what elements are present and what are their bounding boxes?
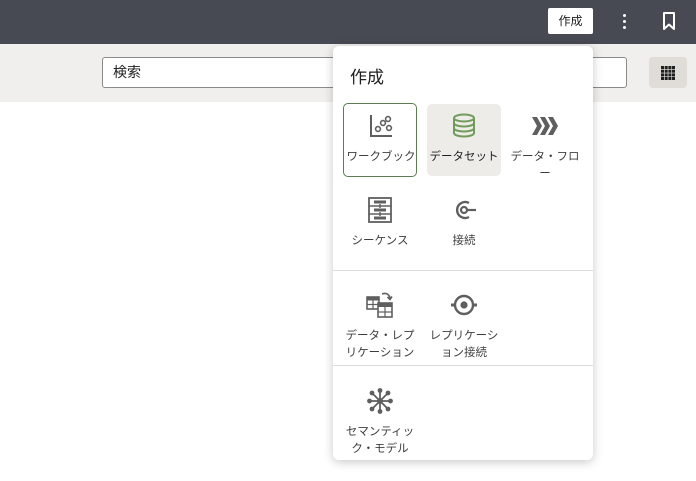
menu-item-label: データ・フロー xyxy=(510,149,580,180)
dataset-icon xyxy=(453,113,475,138)
connection-icon xyxy=(456,200,476,220)
menu-item-label: 接続 xyxy=(452,233,476,247)
menu-item-workbook[interactable]: ワークブック xyxy=(343,103,417,177)
menu-item-data-replication[interactable]: データ・レプリケーション xyxy=(343,283,417,359)
menu-item-sequence[interactable]: シーケンス xyxy=(343,188,417,260)
dataflow-icon xyxy=(532,117,558,135)
menu-item-semantic-model[interactable]: セマンティック・モデル xyxy=(343,379,417,455)
menu-item-dataflow[interactable]: データ・フロー xyxy=(508,104,582,180)
menu-item-label: データセット xyxy=(429,149,499,163)
kebab-icon[interactable] xyxy=(613,8,635,34)
data-replication-icon xyxy=(366,292,393,318)
menu-divider xyxy=(333,365,593,366)
menu-item-label: データ・レプリケーション xyxy=(345,328,415,359)
sequence-icon xyxy=(368,197,392,223)
bookmark-icon[interactable] xyxy=(658,10,680,32)
menu-item-label: セマンティック・モデル xyxy=(345,424,415,455)
menu-item-label: ワークブック xyxy=(346,149,416,163)
menu-item-connection[interactable]: 接続 xyxy=(427,188,501,260)
top-bar: 作成 xyxy=(0,0,696,44)
create-menu-popup: 作成 ワークブック データセット データ・フロー シーケンス 接続 データ・レプ… xyxy=(333,46,593,460)
menu-item-label: レプリケーション接続 xyxy=(429,328,499,359)
replication-connection-icon xyxy=(451,294,477,316)
menu-item-dataset[interactable]: データセット xyxy=(427,104,501,176)
menu-divider xyxy=(333,270,593,271)
grid-view-button[interactable] xyxy=(649,57,687,88)
create-button[interactable]: 作成 xyxy=(548,8,593,34)
semantic-model-icon xyxy=(367,388,393,414)
grid-icon xyxy=(661,65,675,80)
menu-item-label: シーケンス xyxy=(351,233,409,247)
workbook-icon xyxy=(370,115,393,137)
menu-item-replication-connection[interactable]: レプリケーション接続 xyxy=(427,283,501,359)
popup-title: 作成 xyxy=(350,68,384,88)
